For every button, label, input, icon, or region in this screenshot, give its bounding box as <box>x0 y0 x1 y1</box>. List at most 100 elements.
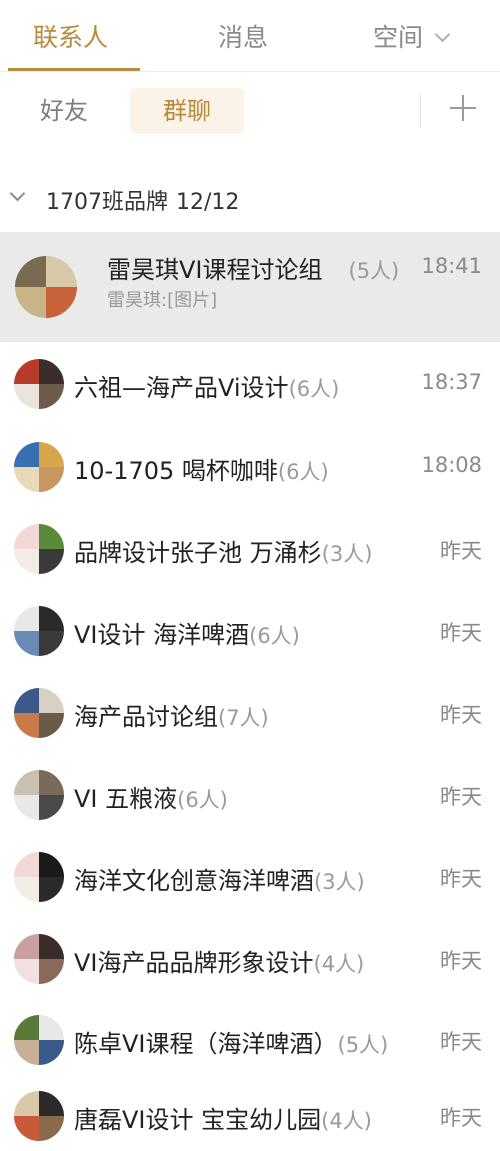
subtab-groups[interactable]: 群聊 <box>130 88 244 134</box>
tab-space[interactable]: 空间 <box>373 18 451 54</box>
group-count: 12/12 <box>176 190 240 215</box>
group-avatar <box>14 442 64 492</box>
avatar-tile <box>15 287 46 318</box>
avatar-tile <box>39 442 64 467</box>
chevron-down-icon <box>434 26 451 43</box>
group-avatar <box>15 256 77 318</box>
chat-time: 18:37 <box>421 370 482 394</box>
avatar-tile <box>39 688 64 713</box>
avatar-tile <box>14 549 39 574</box>
avatar-tile <box>39 795 64 820</box>
member-count: (5人) <box>337 1033 389 1057</box>
chat-list-item[interactable]: 海洋文化创意海洋啤酒(3人) 昨天 <box>0 836 500 918</box>
chat-name: 海洋文化创意海洋啤酒 <box>74 867 314 895</box>
group-avatar <box>14 934 64 984</box>
member-count: (3人) <box>321 542 373 566</box>
avatar-tile <box>14 442 39 467</box>
chat-name: 雷昊琪VI课程讨论组 <box>107 256 323 284</box>
avatar-tile <box>14 1116 39 1141</box>
member-count: (6人) <box>288 377 340 401</box>
chat-list-item[interactable]: 雷昊琪VI课程讨论组 (5人) 18:41 雷昊琪:[图片] <box>0 232 500 342</box>
avatar-tile <box>39 1015 64 1040</box>
chat-list-item[interactable]: 六祖—海产品Vi设计(6人) 18:37 <box>0 342 500 426</box>
chat-list-item[interactable]: 品牌设计张子池 万涌杉(3人) 昨天 <box>0 508 500 590</box>
avatar-tile <box>14 688 39 713</box>
tab-messages[interactable]: 消息 <box>218 18 268 54</box>
avatar-tile <box>14 852 39 877</box>
avatar-tile <box>14 359 39 384</box>
tab-contacts[interactable]: 联系人 <box>33 18 108 54</box>
tab-space-label: 空间 <box>373 23 424 52</box>
avatar-tile <box>15 256 46 287</box>
avatar-tile <box>39 467 64 492</box>
top-tab-bar: 联系人 消息 空间 <box>0 0 500 72</box>
chat-time: 昨天 <box>440 621 482 645</box>
chat-title: 海产品讨论组(7人) <box>74 697 269 732</box>
chat-list-item[interactable]: 陈卓VI课程（海洋啤酒）(5人) 昨天 <box>0 1000 500 1080</box>
chat-title: 10-1705 喝杯咖啡(6人) <box>74 451 329 486</box>
chat-title: VI 五粮液(6人) <box>74 779 228 814</box>
member-count: (4人) <box>321 1109 372 1133</box>
member-count: (7人) <box>218 706 269 730</box>
add-icon[interactable] <box>447 92 479 124</box>
group-avatar <box>14 852 64 902</box>
avatar-tile <box>39 713 64 738</box>
chat-list-item[interactable]: VI设计 海洋啤酒(6人) 昨天 <box>0 590 500 672</box>
avatar-tile <box>39 1116 64 1141</box>
chat-name: 陈卓VI课程（海洋啤酒） <box>74 1030 338 1058</box>
last-message-preview: 雷昊琪:[图片] <box>107 290 218 311</box>
chat-list-item[interactable]: VI 五粮液(6人) 昨天 <box>0 754 500 836</box>
group-section-header[interactable]: 1707班品牌 12/12 <box>0 178 500 222</box>
chat-list-item[interactable]: VI海产品品牌形象设计(4人) 昨天 <box>0 918 500 1000</box>
avatar-tile <box>39 934 64 959</box>
member-count: (6人) <box>277 460 329 484</box>
chat-time: 18:08 <box>421 453 482 477</box>
avatar-tile <box>14 770 39 795</box>
active-tab-indicator <box>8 68 140 71</box>
chat-list-item[interactable]: 唐磊VI设计 宝宝幼儿园(4人) 昨天 <box>0 1080 500 1151</box>
chat-title: 六祖—海产品Vi设计(6人) <box>74 368 339 403</box>
avatar-tile <box>14 1015 39 1040</box>
chat-name: 海产品讨论组 <box>74 703 218 731</box>
avatar-tile <box>39 606 64 631</box>
avatar-tile <box>14 795 39 820</box>
avatar-tile <box>14 877 39 902</box>
chat-name: 唐磊VI设计 宝宝幼儿园 <box>74 1106 322 1134</box>
chat-title: 品牌设计张子池 万涌杉(3人) <box>74 533 372 568</box>
group-avatar <box>14 770 64 820</box>
avatar-tile <box>39 384 64 409</box>
avatar-tile <box>39 549 64 574</box>
avatar-tile <box>39 524 64 549</box>
avatar-tile <box>39 770 64 795</box>
chat-title: VI海产品品牌形象设计(4人) <box>74 943 364 978</box>
chat-time: 昨天 <box>440 867 482 891</box>
chat-title: 海洋文化创意海洋啤酒(3人) <box>74 861 365 896</box>
chat-time: 昨天 <box>440 949 482 973</box>
avatar-tile <box>14 606 39 631</box>
chat-title: 雷昊琪VI课程讨论组 (5人) <box>107 250 399 285</box>
avatar-tile <box>39 359 64 384</box>
chat-name: 品牌设计张子池 万涌杉 <box>74 539 322 567</box>
member-count: (5人) <box>348 259 400 283</box>
group-avatar <box>14 359 64 409</box>
avatar-tile <box>14 384 39 409</box>
subtab-friends[interactable]: 好友 <box>28 88 100 134</box>
avatar-tile <box>39 959 64 984</box>
chat-time: 昨天 <box>440 1106 482 1130</box>
group-avatar <box>14 1015 64 1065</box>
chat-list-item[interactable]: 10-1705 喝杯咖啡(6人) 18:08 <box>0 426 500 508</box>
chat-title: VI设计 海洋啤酒(6人) <box>74 615 300 650</box>
group-avatar <box>14 524 64 574</box>
chat-name: VI设计 海洋啤酒 <box>74 621 250 649</box>
group-section-title: 1707班品牌 12/12 <box>46 184 239 216</box>
avatar-tile <box>39 631 64 656</box>
chat-list-item[interactable]: 海产品讨论组(7人) 昨天 <box>0 672 500 754</box>
avatar-tile <box>14 959 39 984</box>
chat-time: 昨天 <box>440 703 482 727</box>
group-avatar <box>14 688 64 738</box>
divider <box>420 94 421 128</box>
member-count: (3人) <box>314 870 365 894</box>
avatar-tile <box>14 1040 39 1065</box>
chat-name: 10-1705 喝杯咖啡 <box>74 457 278 485</box>
avatar-tile <box>46 256 77 287</box>
